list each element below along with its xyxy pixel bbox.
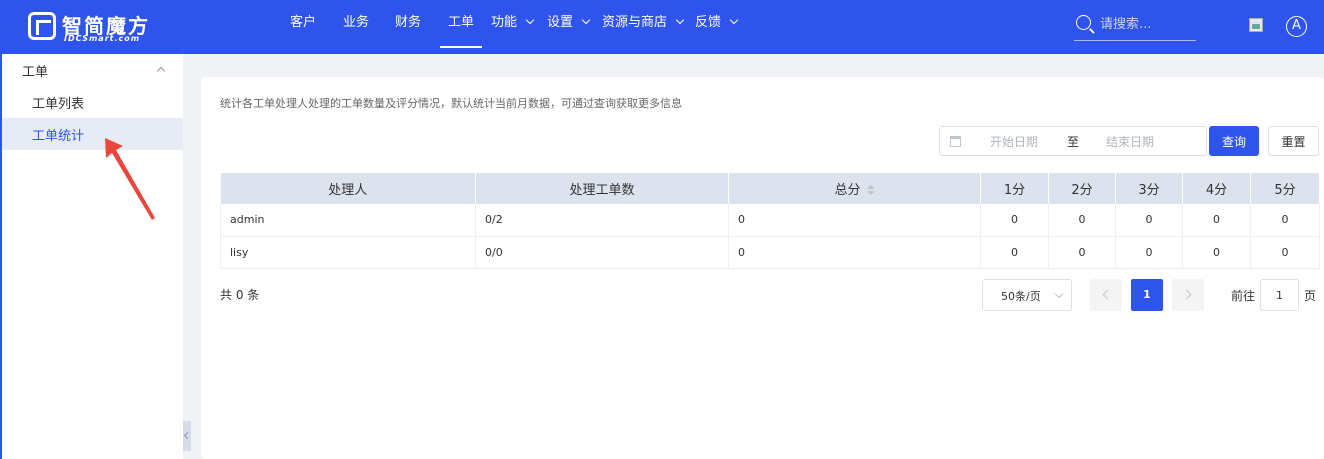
- column-header-total-score[interactable]: 总分: [728, 173, 981, 204]
- page-size-select[interactable]: 50条/页: [982, 279, 1072, 311]
- search-input[interactable]: [1100, 13, 1194, 35]
- nav-label: 客户: [290, 15, 317, 30]
- sidebar: 工单 工单列表 工单统计: [0, 54, 183, 459]
- column-header-score-1: 1分: [980, 173, 1049, 204]
- start-date-input[interactable]: 开始日期: [990, 133, 1038, 150]
- brand-subtitle: IDCSmart.com: [64, 34, 141, 43]
- reset-button[interactable]: 重置: [1268, 126, 1319, 156]
- table-cell: 0: [980, 204, 1049, 237]
- chevron-down-icon: [525, 15, 535, 25]
- column-header-score-3: 3分: [1115, 173, 1183, 204]
- chevron-up-icon: [156, 66, 166, 76]
- chevron-down-icon: [675, 15, 685, 25]
- chevron-down-icon: [729, 15, 739, 25]
- user-avatar[interactable]: A: [1286, 16, 1307, 37]
- nav-item-business[interactable]: 业务: [343, 0, 369, 54]
- nav-label: 财务: [395, 15, 422, 30]
- table-cell: admin: [220, 204, 476, 237]
- sidebar-item-label: 工单列表: [32, 97, 85, 112]
- table-cell: 0: [728, 204, 981, 237]
- sidebar-group-label: 工单: [22, 65, 49, 80]
- table-cell: 0: [1182, 204, 1251, 237]
- column-header-score-2: 2分: [1048, 173, 1116, 204]
- table-cell: 0: [1048, 204, 1116, 237]
- column-header-score-5: 5分: [1250, 173, 1320, 204]
- table-cell: lisy: [220, 236, 476, 269]
- column-header-label: 总分: [834, 183, 861, 198]
- goto-page-input[interactable]: [1260, 279, 1299, 311]
- page-description: 统计各工单处理人处理的工单数量及评分情况，默认统计当前月数据，可通过查询获取更多…: [220, 97, 682, 110]
- end-date-input[interactable]: 结束日期: [1106, 133, 1154, 150]
- table-cell: 0/2: [475, 204, 729, 237]
- ticket-stats-table: 处理人 处理工单数 总分 1分 2分 3分 4分 5分 admin 0/2 0 …: [220, 173, 1320, 269]
- nav-label: 反馈: [695, 15, 722, 30]
- table-cell: 0: [980, 236, 1049, 269]
- nav-label: 功能: [491, 15, 518, 30]
- table-row: lisy 0/0 0 0 0 0 0 0: [220, 236, 1320, 269]
- next-page-button[interactable]: [1172, 279, 1204, 311]
- nav-item-features[interactable]: 功能: [491, 0, 535, 54]
- calendar-icon: [950, 136, 961, 147]
- column-header-ticket-count: 处理工单数: [475, 173, 729, 204]
- logo-mark-icon: [28, 12, 56, 40]
- image-placeholder-icon[interactable]: [1249, 18, 1263, 32]
- table-cell: 0: [1250, 204, 1320, 237]
- column-header-score-4: 4分: [1182, 173, 1251, 204]
- nav-item-finance[interactable]: 财务: [395, 0, 421, 54]
- brand-logo[interactable]: 智简魔方 IDCSmart.com: [28, 10, 168, 44]
- sidebar-group-tickets[interactable]: 工单: [2, 54, 183, 86]
- chevron-down-icon: [581, 15, 591, 25]
- nav-item-tickets[interactable]: 工单: [439, 0, 483, 54]
- top-navbar: 智简魔方 IDCSmart.com 客户 业务 财务 工单 功能 设置 资源与商…: [0, 0, 1324, 54]
- query-button[interactable]: 查询: [1209, 126, 1259, 156]
- table-header-row: 处理人 处理工单数 总分 1分 2分 3分 4分 5分: [220, 173, 1320, 204]
- main-card: 统计各工单处理人处理的工单数量及评分情况，默认统计当前月数据，可通过查询获取更多…: [201, 77, 1324, 459]
- sidebar-item-ticket-stats[interactable]: 工单统计: [2, 118, 183, 150]
- nav-item-customers[interactable]: 客户: [290, 0, 316, 54]
- goto-suffix: 页: [1304, 289, 1317, 303]
- page-number-current[interactable]: 1: [1131, 279, 1163, 311]
- page-size-value: 50条/页: [1001, 290, 1041, 303]
- table-cell: 0: [1048, 236, 1116, 269]
- goto-label: 前往: [1231, 289, 1256, 303]
- nav-item-resources-store[interactable]: 资源与商店: [602, 0, 685, 54]
- sidebar-collapse-handle[interactable]: [183, 421, 191, 451]
- date-range-picker[interactable]: 开始日期 至 结束日期: [939, 126, 1207, 156]
- search-icon[interactable]: [1076, 15, 1091, 30]
- table-cell: 0: [1115, 204, 1183, 237]
- nav-label: 工单: [448, 15, 475, 30]
- table-cell: 0: [1115, 236, 1183, 269]
- table-cell: 0: [1250, 236, 1320, 269]
- nav-label: 设置: [547, 15, 574, 30]
- pagination-total: 共 0 条: [220, 288, 260, 302]
- nav-label: 业务: [343, 15, 370, 30]
- sort-icon[interactable]: [866, 185, 875, 195]
- table-cell: 0: [1182, 236, 1251, 269]
- column-header-handler: 处理人: [220, 173, 476, 204]
- search-box: [1074, 11, 1196, 41]
- table-cell: 0: [728, 236, 981, 269]
- date-range-separator: 至: [1067, 135, 1080, 149]
- sidebar-item-label: 工单统计: [32, 129, 85, 144]
- nav-label: 资源与商店: [602, 15, 668, 30]
- table-row: admin 0/2 0 0 0 0 0 0: [220, 204, 1320, 237]
- table-cell: 0/0: [475, 236, 729, 269]
- chevron-down-icon: [1054, 289, 1064, 299]
- sidebar-item-ticket-list[interactable]: 工单列表: [2, 86, 183, 118]
- nav-item-settings[interactable]: 设置: [547, 0, 591, 54]
- nav-item-feedback[interactable]: 反馈: [695, 0, 739, 54]
- prev-page-button[interactable]: [1090, 279, 1122, 311]
